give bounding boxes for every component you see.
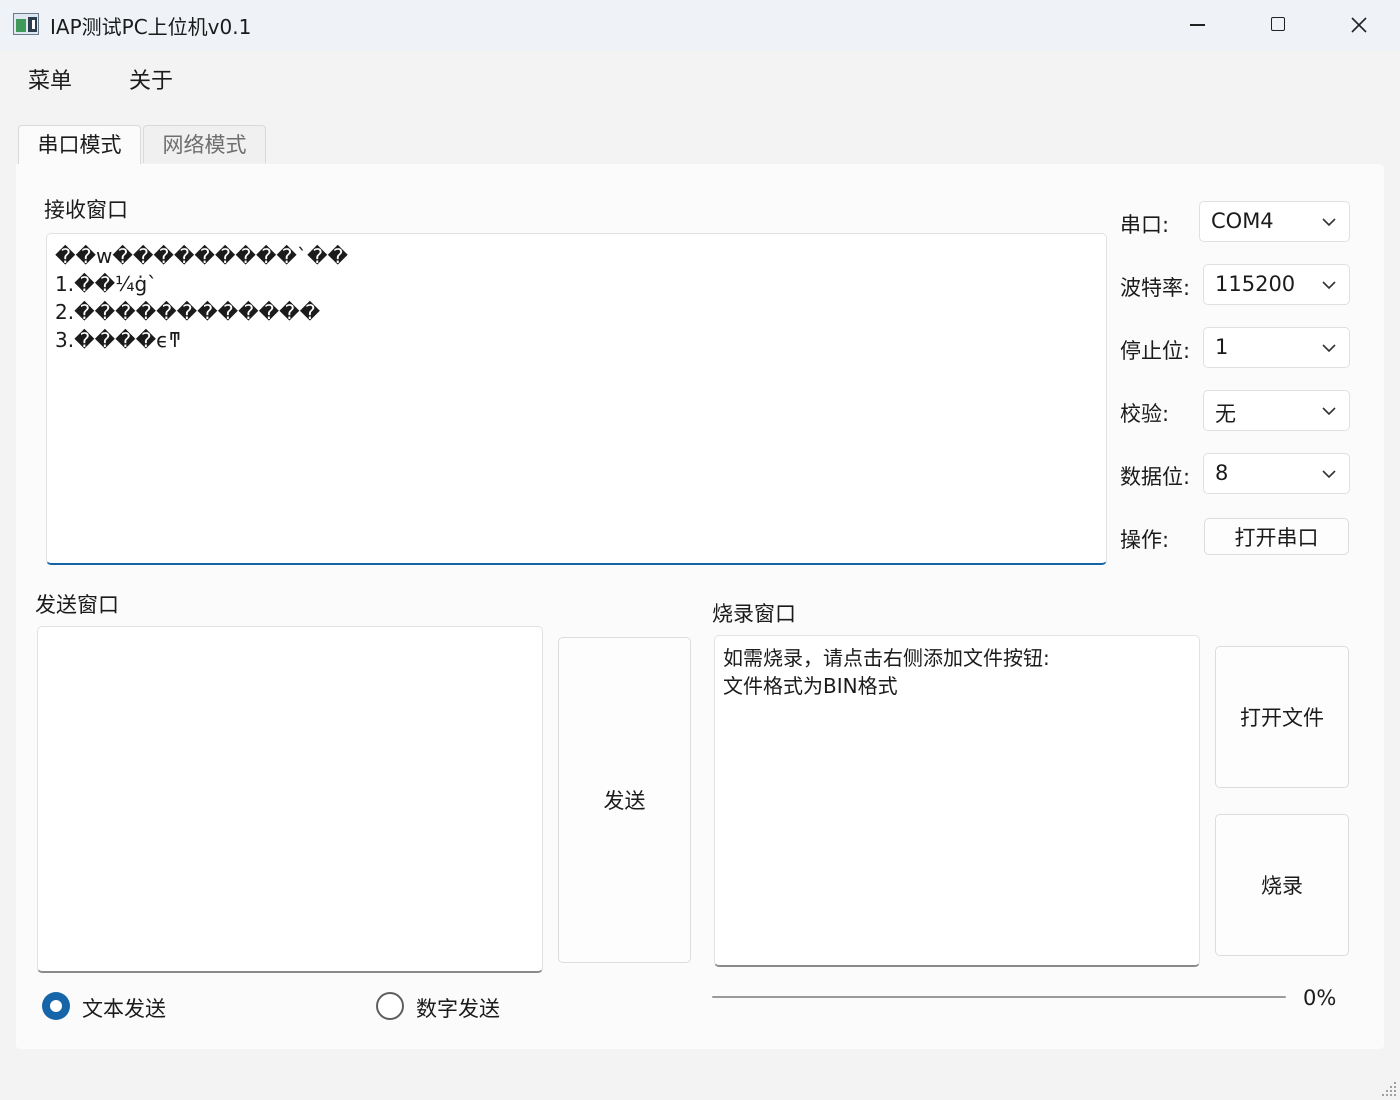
burn-progress-bar <box>712 996 1286 998</box>
open-port-button[interactable]: 打开串口 <box>1204 518 1349 555</box>
burn-button[interactable]: 烧录 <box>1215 814 1349 956</box>
menu-item-about[interactable]: 关于 <box>129 63 173 95</box>
stopbits-select-value: 1 <box>1215 335 1229 359</box>
chevron-down-icon <box>1322 470 1336 479</box>
baud-label: 波特率: <box>1120 276 1191 300</box>
stopbits-select[interactable]: 1 <box>1203 327 1350 368</box>
open-file-button[interactable]: 打开文件 <box>1215 646 1349 788</box>
send-window-label: 发送窗口 <box>35 593 119 617</box>
window-title: IAP测试PC上位机v0.1 <box>50 15 252 39</box>
burn-progress-text: 0% <box>1303 986 1337 1010</box>
databits-select[interactable]: 8 <box>1203 453 1350 494</box>
chevron-down-icon <box>1322 407 1336 416</box>
text-send-label[interactable]: 文本发送 <box>82 993 166 1023</box>
number-send-label[interactable]: 数字发送 <box>416 993 500 1023</box>
send-textbox[interactable] <box>37 626 543 973</box>
baud-select-value: 115200 <box>1215 272 1296 296</box>
chevron-down-icon <box>1322 344 1336 353</box>
resize-grip[interactable] <box>1380 1080 1398 1098</box>
burn-window-label: 烧录窗口 <box>712 602 796 626</box>
parity-select-value: 无 <box>1215 402 1236 426</box>
app-icon <box>13 13 39 35</box>
port-label: 串口: <box>1120 213 1170 237</box>
port-select-value: COM4 <box>1211 209 1274 233</box>
databits-select-value: 8 <box>1215 461 1229 485</box>
number-send-radio[interactable] <box>376 992 404 1020</box>
close-button[interactable] <box>1319 0 1399 50</box>
text-send-radio[interactable] <box>42 992 70 1020</box>
minimize-icon <box>1190 24 1205 26</box>
minimize-button[interactable] <box>1159 0 1239 50</box>
parity-label: 校验: <box>1120 402 1170 426</box>
menu-item-menu[interactable]: 菜单 <box>28 63 72 95</box>
title-bar[interactable]: IAP测试PC上位机v0.1 <box>0 0 1400 50</box>
baud-select[interactable]: 115200 <box>1203 264 1350 305</box>
tab-serial-mode[interactable]: 串口模式 <box>18 125 141 165</box>
tab-network-mode[interactable]: 网络模式 <box>143 125 266 163</box>
chevron-down-icon <box>1322 281 1336 290</box>
send-button[interactable]: 发送 <box>558 637 691 963</box>
maximize-button[interactable] <box>1239 0 1319 50</box>
burn-textbox[interactable]: 如需烧录，请点击右侧添加文件按钮: 文件格式为BIN格式 <box>714 635 1200 967</box>
maximize-icon <box>1271 17 1285 31</box>
receive-window-label: 接收窗口 <box>44 198 128 222</box>
port-select[interactable]: COM4 <box>1199 201 1350 242</box>
receive-textbox[interactable]: ��w���������`�� 1.��¼ġ` 2.������������ 3… <box>46 233 1107 565</box>
close-icon <box>1351 17 1367 33</box>
menu-bar: 菜单 关于 <box>0 50 1400 110</box>
operation-label: 操作: <box>1120 528 1170 552</box>
databits-label: 数据位: <box>1120 465 1191 489</box>
parity-select[interactable]: 无 <box>1203 390 1350 431</box>
chevron-down-icon <box>1322 218 1336 227</box>
stopbits-label: 停止位: <box>1120 339 1191 363</box>
